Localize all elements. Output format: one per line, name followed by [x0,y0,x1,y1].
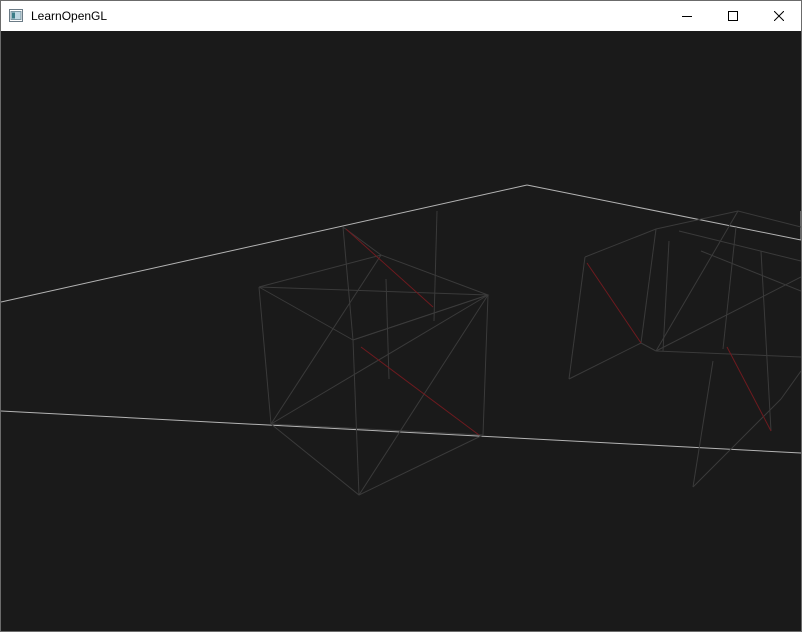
cube-accent-left [345,228,480,436]
window-title: LearnOpenGL [31,9,108,23]
maximize-button[interactable] [710,1,756,31]
plane-wireframe [1,184,801,454]
app-icon [9,9,23,22]
opengl-viewport[interactable] [1,31,801,631]
application-window: LearnOpenGL [0,0,802,632]
minimize-button[interactable] [664,1,710,31]
title-bar[interactable]: LearnOpenGL [1,1,801,31]
cube-accent-right [586,262,772,432]
close-button[interactable] [756,1,802,31]
wireframe-scene [1,184,801,496]
cube-wireframe-right [568,210,801,488]
maximize-icon [728,11,738,21]
minimize-icon [682,16,692,17]
close-icon [774,11,784,21]
